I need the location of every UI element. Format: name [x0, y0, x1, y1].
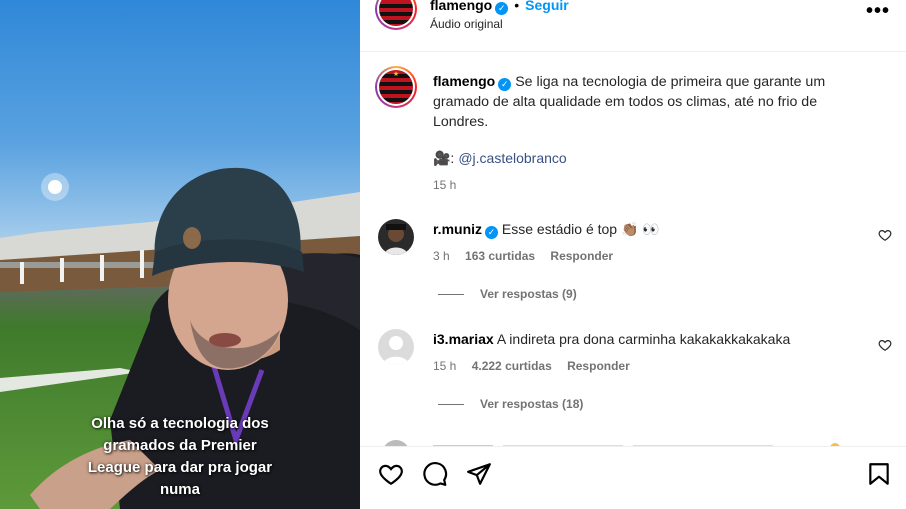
header-username[interactable]: flamengo: [430, 0, 492, 13]
comment-timestamp[interactable]: 15 h: [433, 359, 456, 373]
reply-button[interactable]: Responder: [567, 359, 630, 373]
flamengo-avatar[interactable]: ★: [375, 0, 417, 30]
comment-username[interactable]: i3.mariax: [433, 331, 494, 347]
post-action-bar: [360, 446, 906, 509]
comment-likes[interactable]: 163 curtidas: [465, 249, 535, 263]
instagram-post-view: Olha só a tecnologia dos gramados da Pre…: [0, 0, 906, 509]
comment-like-heart-icon[interactable]: [878, 228, 892, 242]
audio-link[interactable]: Áudio original: [430, 17, 503, 31]
heart-icon[interactable]: [378, 461, 404, 487]
video-caption-overlay: Olha só a tecnologia dos gramados da Pre…: [87, 415, 273, 498]
caption-timestamp[interactable]: 15 h: [433, 178, 456, 192]
caption-username[interactable]: flamengo: [433, 73, 495, 89]
view-replies-button[interactable]: Ver respostas (9): [438, 287, 577, 301]
view-replies-button[interactable]: Ver respostas (18): [438, 397, 583, 411]
camera-emoji: 🎥:: [433, 150, 455, 166]
replies-divider: [438, 294, 464, 296]
mention-link[interactable]: @j.castelobranco: [458, 150, 566, 166]
comment-text: A indireta pra dona carminha kakakakkaka…: [496, 331, 791, 347]
comment-username[interactable]: r.muniz: [433, 221, 482, 237]
comment-icon[interactable]: [422, 461, 448, 487]
commenter-avatar-default[interactable]: [378, 329, 414, 365]
comment-like-heart-icon[interactable]: [878, 338, 892, 352]
more-options-icon[interactable]: •••: [866, 0, 890, 23]
post-video[interactable]: Olha só a tecnologia dos gramados da Pre…: [0, 0, 360, 509]
bookmark-icon[interactable]: [866, 461, 892, 487]
caption-avatar[interactable]: ★: [375, 66, 417, 108]
post-header: ★ flamengo✓ • Seguir Áudio original •••: [360, 0, 906, 52]
header-separator: •: [514, 0, 520, 13]
view-replies-label: Ver respostas (9): [480, 287, 577, 301]
follow-button[interactable]: Seguir: [525, 0, 569, 13]
comment-emoji: 👏🏽 👀: [620, 221, 660, 237]
commenter-avatar[interactable]: [378, 219, 414, 255]
replies-divider: [438, 404, 464, 406]
reply-button[interactable]: Responder: [550, 249, 613, 263]
verified-badge-icon: ✓: [498, 78, 512, 91]
comment-timestamp[interactable]: 3 h: [433, 249, 450, 263]
post-side-panel: ★ flamengo✓•Seguir Áudio original ••• ★ …: [360, 0, 906, 509]
comment-text: Esse estádio é top: [501, 221, 618, 237]
send-icon[interactable]: [466, 461, 492, 487]
verified-badge-icon: ✓: [485, 226, 499, 239]
verified-badge-icon: ✓: [495, 2, 509, 15]
view-replies-label: Ver respostas (18): [480, 397, 584, 411]
comment-likes[interactable]: 4.222 curtidas: [472, 359, 552, 373]
